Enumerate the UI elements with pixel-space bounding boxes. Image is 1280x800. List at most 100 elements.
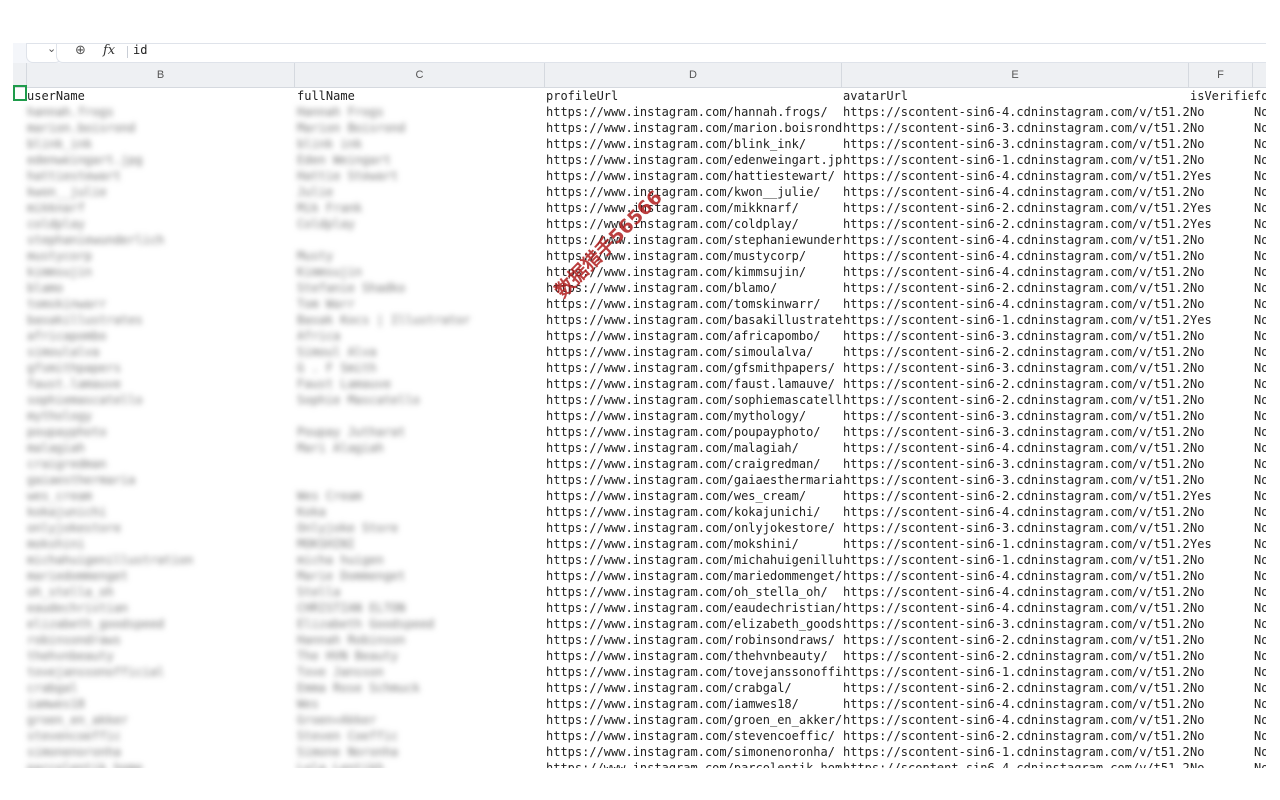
spreadsheet[interactable]: ⌄ ⊕ fx id B C D E F userName fullName pr… bbox=[13, 43, 1266, 768]
cell-username[interactable]: stephaniewunderlich bbox=[27, 232, 295, 248]
cell-extra[interactable]: No bbox=[1254, 664, 1266, 680]
cell-avatarurl[interactable]: https://scontent-sin6-4.cdninstagram.com… bbox=[843, 232, 1189, 248]
cell-fullname[interactable]: Lola Lentikh bbox=[297, 760, 545, 768]
cell-profileurl[interactable]: https://www.instagram.com/onlyjokestore/ bbox=[546, 520, 842, 536]
cell-extra[interactable]: No bbox=[1254, 520, 1266, 536]
cell-extra[interactable]: No bbox=[1254, 568, 1266, 584]
cell-extra[interactable]: No bbox=[1254, 648, 1266, 664]
cell-username[interactable]: craigredman bbox=[27, 456, 295, 472]
cell-isverified[interactable]: No bbox=[1190, 408, 1253, 424]
cell-username[interactable]: gaiaesthermaria bbox=[27, 472, 295, 488]
cell-fullname[interactable]: Mik Frank bbox=[297, 200, 545, 216]
cell-profileurl-header[interactable]: profileUrl bbox=[546, 88, 842, 104]
cell-profileurl[interactable]: https://www.instagram.com/iamwes18/ bbox=[546, 696, 842, 712]
cell-isverified[interactable]: No bbox=[1190, 392, 1253, 408]
column-header-f[interactable]: F bbox=[1189, 63, 1253, 87]
cell-extra[interactable]: No bbox=[1254, 456, 1266, 472]
cell-avatarurl[interactable]: https://scontent-sin6-3.cdninstagram.com… bbox=[843, 424, 1189, 440]
cell-avatarurl[interactable]: https://scontent-sin6-2.cdninstagram.com… bbox=[843, 680, 1189, 696]
cell-profileurl[interactable]: https://www.instagram.com/stevencoeffic/ bbox=[546, 728, 842, 744]
cell-avatarurl[interactable]: https://scontent-sin6-4.cdninstagram.com… bbox=[843, 584, 1189, 600]
cell-extra[interactable]: No bbox=[1254, 392, 1266, 408]
cell-username[interactable]: blamo bbox=[27, 280, 295, 296]
cell-extra[interactable]: No bbox=[1254, 104, 1266, 120]
cell-avatarurl[interactable]: https://scontent-sin6-4.cdninstagram.com… bbox=[843, 168, 1189, 184]
cell-username[interactable]: michahuigenillustration bbox=[27, 552, 295, 568]
cell-fullname[interactable]: Sophie Mascatello bbox=[297, 392, 545, 408]
cell-username[interactable]: sophiemascatello bbox=[27, 392, 295, 408]
cell-extra[interactable]: No bbox=[1254, 376, 1266, 392]
cell-avatarurl[interactable]: https://scontent-sin6-2.cdninstagram.com… bbox=[843, 344, 1189, 360]
column-header-d[interactable]: D bbox=[545, 63, 842, 87]
cell-avatarurl[interactable]: https://scontent-sin6-4.cdninstagram.com… bbox=[843, 296, 1189, 312]
cell-isverified[interactable]: Yes bbox=[1190, 536, 1253, 552]
cell-username[interactable]: blink_ink bbox=[27, 136, 295, 152]
cell-username[interactable]: robinsondraws bbox=[27, 632, 295, 648]
cell-avatarurl[interactable]: https://scontent-sin6-2.cdninstagram.com… bbox=[843, 280, 1189, 296]
cell-isverified[interactable]: No bbox=[1190, 568, 1253, 584]
cell-username[interactable]: simonenoronha bbox=[27, 744, 295, 760]
cell-profileurl[interactable]: https://www.instagram.com/mikknarf/ bbox=[546, 200, 842, 216]
cell-profileurl[interactable]: https://www.instagram.com/mariedommenget… bbox=[546, 568, 842, 584]
cell-fullname[interactable]: Wes bbox=[297, 696, 545, 712]
cell-extra[interactable]: No bbox=[1254, 200, 1266, 216]
cell-extra[interactable]: No bbox=[1254, 424, 1266, 440]
cell-fullname[interactable] bbox=[297, 232, 545, 248]
cell-extra[interactable]: No bbox=[1254, 120, 1266, 136]
cell-isverified[interactable]: No bbox=[1190, 104, 1253, 120]
cell-extra[interactable]: No bbox=[1254, 344, 1266, 360]
cell-profileurl[interactable]: https://www.instagram.com/faust.lamauve/ bbox=[546, 376, 842, 392]
cell-isverified[interactable]: No bbox=[1190, 424, 1253, 440]
cell-profileurl[interactable]: https://www.instagram.com/marion.boisron… bbox=[546, 120, 842, 136]
cell-username[interactable]: thehvnbeauty bbox=[27, 648, 295, 664]
cell-profileurl[interactable]: https://www.instagram.com/tovejanssonoff… bbox=[546, 664, 842, 680]
cell-avatarurl[interactable]: https://scontent-sin6-4.cdninstagram.com… bbox=[843, 248, 1189, 264]
cell-profileurl[interactable]: https://www.instagram.com/coldplay/ bbox=[546, 216, 842, 232]
cell-avatarurl[interactable]: https://scontent-sin6-4.cdninstagram.com… bbox=[843, 104, 1189, 120]
cell-extra[interactable]: No bbox=[1254, 616, 1266, 632]
cell-fullname[interactable]: Simone Noronha bbox=[297, 744, 545, 760]
select-all-corner[interactable] bbox=[13, 63, 27, 87]
cell-avatarurl[interactable]: https://scontent-sin6-1.cdninstagram.com… bbox=[843, 744, 1189, 760]
cell-isverified[interactable]: No bbox=[1190, 328, 1253, 344]
cell-avatarurl[interactable]: https://scontent-sin6-2.cdninstagram.com… bbox=[843, 200, 1189, 216]
cell-profileurl[interactable]: https://www.instagram.com/basakillustrat… bbox=[546, 312, 842, 328]
cell-isverified[interactable]: No bbox=[1190, 456, 1253, 472]
cell-extra[interactable]: No bbox=[1254, 248, 1266, 264]
cell-isverified[interactable]: No bbox=[1190, 616, 1253, 632]
cell-extra[interactable]: No bbox=[1254, 552, 1266, 568]
cell-avatarurl[interactable]: https://scontent-sin6-4.cdninstagram.com… bbox=[843, 760, 1189, 768]
cell-fullname[interactable] bbox=[297, 456, 545, 472]
cell-extra-header[interactable]: fo bbox=[1254, 88, 1266, 104]
formula-value[interactable]: id bbox=[133, 43, 147, 57]
cell-username[interactable]: kwon__julie bbox=[27, 184, 295, 200]
cell-avatarurl[interactable]: https://scontent-sin6-1.cdninstagram.com… bbox=[843, 552, 1189, 568]
cell-profileurl[interactable]: https://www.instagram.com/oh_stella_oh/ bbox=[546, 584, 842, 600]
cell-isverified[interactable]: No bbox=[1190, 744, 1253, 760]
cell-fullname[interactable]: Hannah Frogs bbox=[297, 104, 545, 120]
cell-profileurl[interactable]: https://www.instagram.com/blamo/ bbox=[546, 280, 842, 296]
cell-isverified[interactable]: No bbox=[1190, 712, 1253, 728]
cell-isverified[interactable]: No bbox=[1190, 584, 1253, 600]
cell-username[interactable]: tomskinwarr bbox=[27, 296, 295, 312]
cell-profileurl[interactable]: https://www.instagram.com/elizabeth_good… bbox=[546, 616, 842, 632]
cell-profileurl[interactable]: https://www.instagram.com/eaudechristian… bbox=[546, 600, 842, 616]
cell-profileurl[interactable]: https://www.instagram.com/gfsmithpapers/ bbox=[546, 360, 842, 376]
cell-avatarurl[interactable]: https://scontent-sin6-3.cdninstagram.com… bbox=[843, 136, 1189, 152]
cell-avatarurl[interactable]: https://scontent-sin6-4.cdninstagram.com… bbox=[843, 568, 1189, 584]
cell-username[interactable]: coldplay bbox=[27, 216, 295, 232]
cell-isverified[interactable]: No bbox=[1190, 296, 1253, 312]
cell-profileurl[interactable]: https://www.instagram.com/africapombo/ bbox=[546, 328, 842, 344]
cell-profileurl[interactable]: https://www.instagram.com/kokajunichi/ bbox=[546, 504, 842, 520]
cell-avatarurl[interactable]: https://scontent-sin6-1.cdninstagram.com… bbox=[843, 664, 1189, 680]
cell-username[interactable]: gfsmithpapers bbox=[27, 360, 295, 376]
cell-fullname[interactable]: Basak Kocs | Illustrator bbox=[297, 312, 545, 328]
cell-username[interactable]: stevencoeffic bbox=[27, 728, 295, 744]
search-zoom-icon[interactable]: ⊕ bbox=[75, 43, 86, 58]
cell-isverified[interactable]: No bbox=[1190, 376, 1253, 392]
cell-fullname[interactable]: Hannah Robinson bbox=[297, 632, 545, 648]
cell-profileurl[interactable]: https://www.instagram.com/hattiestewart/ bbox=[546, 168, 842, 184]
cell-profileurl[interactable]: https://www.instagram.com/michahuigenill… bbox=[546, 552, 842, 568]
cell-extra[interactable]: No bbox=[1254, 744, 1266, 760]
cell-fullname[interactable]: MOKSHINI bbox=[297, 536, 545, 552]
